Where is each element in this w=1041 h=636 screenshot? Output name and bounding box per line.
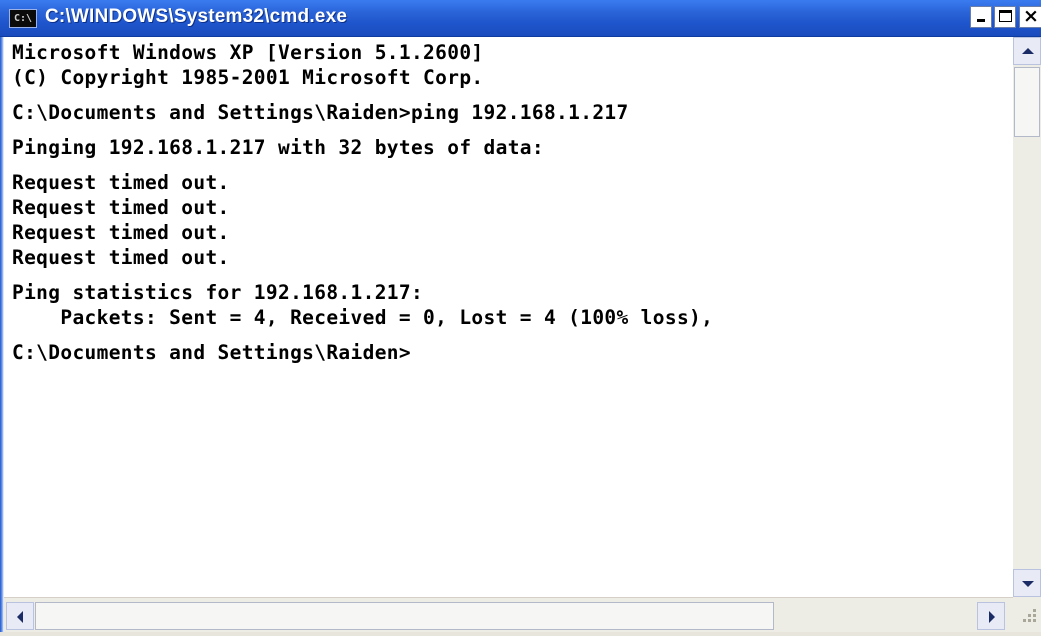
cmd-app-icon[interactable]: C:\ [9, 9, 37, 28]
arrow-right-icon [989, 611, 995, 623]
scroll-right-button[interactable] [977, 602, 1005, 630]
scroll-up-button[interactable] [1013, 37, 1041, 65]
console-line: C:\Documents and Settings\Raiden>ping 19… [12, 101, 629, 124]
console-line: Microsoft Windows XP [Version 5.1.2600] [12, 41, 484, 64]
grip-dot [1028, 614, 1031, 617]
console-line: Packets: Sent = 4, Received = 0, Lost = … [12, 306, 714, 329]
console-line: (C) Copyright 1985-2001 Microsoft Corp. [12, 66, 484, 89]
command-prompt[interactable]: C:\Documents and Settings\Raiden> [12, 340, 713, 365]
arrow-up-icon [1022, 48, 1034, 54]
window-title: C:\WINDOWS\System32\cmd.exe [45, 6, 348, 27]
arrow-down-icon [1022, 581, 1034, 587]
scroll-down-button[interactable] [1013, 569, 1041, 597]
vertical-scrollbar[interactable] [1013, 37, 1041, 597]
horizontal-scrollbar[interactable] [4, 597, 1013, 633]
title-bar[interactable]: C:\ C:\WINDOWS\System32\cmd.exe × [0, 0, 1041, 37]
grip-dot [1033, 614, 1036, 617]
console-output-area[interactable]: Microsoft Windows XP [Version 5.1.2600] … [4, 37, 1013, 597]
maximize-button[interactable] [994, 6, 1016, 28]
console-line: Request timed out. [12, 221, 230, 244]
resize-grip[interactable] [1013, 597, 1041, 632]
grip-dot [1023, 619, 1026, 622]
console-line: Pinging 192.168.1.217 with 32 bytes of d… [12, 136, 544, 159]
arrow-left-icon [17, 611, 23, 623]
scroll-left-button[interactable] [6, 602, 34, 630]
grip-dot [1033, 619, 1036, 622]
window-frame-bottom [0, 632, 1041, 636]
console-line: Request timed out. [12, 246, 230, 269]
console-line: Request timed out. [12, 196, 230, 219]
close-icon: × [1023, 5, 1039, 27]
console-line: Request timed out. [12, 171, 230, 194]
console-line: Ping statistics for 192.168.1.217: [12, 281, 424, 304]
close-button[interactable]: × [1019, 5, 1041, 28]
console-text: Microsoft Windows XP [Version 5.1.2600] … [12, 40, 713, 365]
vertical-scroll-thumb[interactable] [1014, 67, 1040, 137]
grip-dot [1033, 609, 1036, 612]
minimize-button[interactable] [970, 6, 992, 28]
horizontal-scroll-thumb[interactable] [35, 602, 774, 630]
grip-dot [1028, 619, 1031, 622]
